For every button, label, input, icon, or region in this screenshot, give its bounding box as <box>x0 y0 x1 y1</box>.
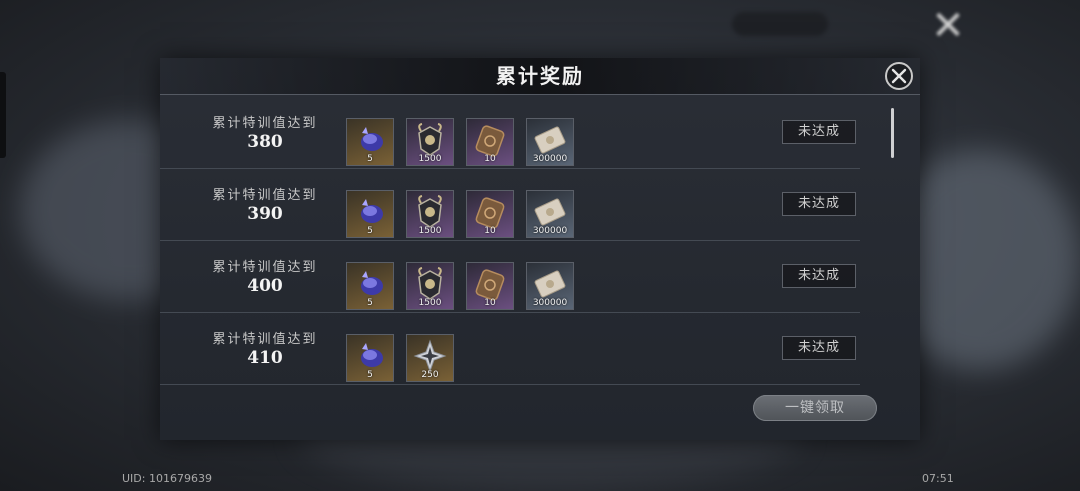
reward-row: 累计特训值达到 380 5 1500 10 300000 未达成 <box>160 96 860 169</box>
reward-item[interactable]: 5 <box>346 190 394 238</box>
status-button[interactable]: 未达成 <box>782 120 856 144</box>
item-count: 1500 <box>418 298 442 308</box>
item-count: 300000 <box>532 226 568 236</box>
close-button[interactable] <box>885 62 913 90</box>
modal-title: 累计奖励 <box>496 64 584 88</box>
item-count: 5 <box>367 226 373 236</box>
reward-item[interactable]: 1500 <box>406 190 454 238</box>
clock-label: 07:51 <box>922 472 954 485</box>
reward-item[interactable]: 300000 <box>526 190 574 238</box>
background-pill <box>732 12 828 36</box>
reward-item[interactable]: 300000 <box>526 118 574 166</box>
claim-all-button[interactable]: 一键领取 <box>753 395 877 421</box>
reward-item[interactable]: 1500 <box>406 118 454 166</box>
item-count: 1500 <box>418 154 442 164</box>
item-count: 5 <box>367 370 373 380</box>
reward-item[interactable]: 5 <box>346 118 394 166</box>
item-count: 10 <box>484 298 496 308</box>
item-count: 10 <box>484 154 496 164</box>
reward-list[interactable]: 累计特训值达到 380 5 1500 10 300000 未达成 累计特训值达到 390 5 150… <box>160 96 900 388</box>
row-threshold-value: 410 <box>247 348 283 368</box>
reward-item[interactable]: 5 <box>346 262 394 310</box>
item-count: 250 <box>421 370 439 380</box>
status-button[interactable]: 未达成 <box>782 264 856 288</box>
reward-item[interactable]: 10 <box>466 118 514 166</box>
item-count: 300000 <box>532 154 568 164</box>
reward-item[interactable]: 10 <box>466 262 514 310</box>
item-count: 5 <box>367 298 373 308</box>
reward-item[interactable]: 250 <box>406 334 454 382</box>
row-threshold-value: 400 <box>247 276 283 296</box>
row-label: 累计特训值达到 <box>212 188 318 203</box>
status-button[interactable]: 未达成 <box>782 192 856 216</box>
background-close-icon: ✕ <box>931 3 965 49</box>
reward-row: 累计特训值达到 400 5 1500 10 300000 未达成 <box>160 240 860 313</box>
row-label: 累计特训值达到 <box>212 260 318 275</box>
reward-row: 累计特训值达到 410 5 250 未达成 <box>160 312 860 385</box>
close-icon <box>891 68 907 84</box>
row-label: 累计特训值达到 <box>212 116 318 131</box>
uid-label: UID: 101679639 <box>122 472 212 485</box>
row-label: 累计特训值达到 <box>212 332 318 347</box>
scrollbar[interactable] <box>891 108 894 158</box>
reward-item[interactable]: 1500 <box>406 262 454 310</box>
row-threshold-value: 380 <box>247 132 283 152</box>
reward-item[interactable]: 300000 <box>526 262 574 310</box>
reward-item[interactable]: 10 <box>466 190 514 238</box>
item-count: 5 <box>367 154 373 164</box>
item-count: 300000 <box>532 298 568 308</box>
rewards-modal: 累计奖励 累计特训值达到 380 5 1500 10 300000 未达成 累计特训值达到 39… <box>160 58 920 440</box>
status-button[interactable]: 未达成 <box>782 336 856 360</box>
reward-item[interactable]: 5 <box>346 334 394 382</box>
left-edge-tab <box>0 72 6 158</box>
item-count: 10 <box>484 226 496 236</box>
item-count: 1500 <box>418 226 442 236</box>
reward-row: 累计特训值达到 390 5 1500 10 300000 未达成 <box>160 168 860 241</box>
row-threshold-value: 390 <box>247 204 283 224</box>
